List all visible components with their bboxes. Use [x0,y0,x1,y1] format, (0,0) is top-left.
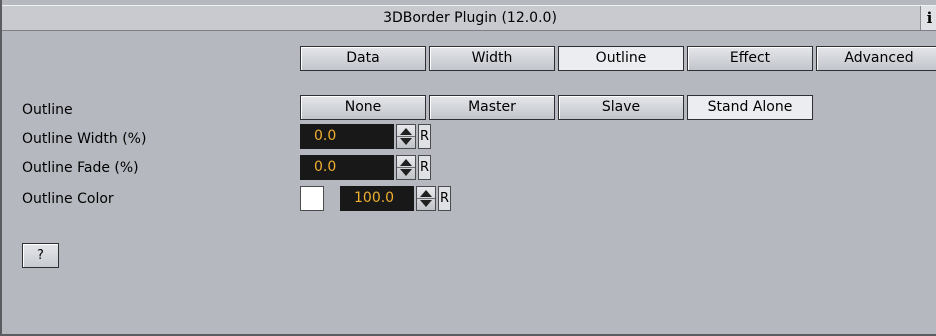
tab-width[interactable]: Width [429,46,555,71]
arrow-down-icon[interactable] [400,138,412,145]
outline-fade-field[interactable]: 0.0 [300,155,394,180]
outline-color-reset-button[interactable]: R [438,186,451,211]
help-button[interactable]: ? [22,243,59,268]
plugin-title-bar: 3DBorder Plugin (12.0.0) i [2,5,936,31]
arrow-up-icon[interactable] [400,159,412,166]
outline-mode-none-button[interactable]: None [300,95,426,120]
plugin-title: 3DBorder Plugin (12.0.0) [383,10,557,26]
info-icon[interactable]: i [920,6,936,30]
outline-color-alpha-field[interactable]: 100.0 [340,186,414,211]
arrow-up-icon[interactable] [400,128,412,135]
outline-width-field[interactable]: 0.0 [300,124,394,149]
spinner-divider [417,198,435,199]
arrow-down-icon[interactable] [420,200,432,207]
outline-mode-slave-button[interactable]: Slave [558,95,684,120]
tab-bar: Data Width Outline Effect Advanced [300,46,936,71]
outline-fade-label: Outline Fade (%) [22,160,139,176]
arrow-down-icon[interactable] [400,169,412,176]
outline-width-spinner[interactable] [396,124,416,149]
tab-outline[interactable]: Outline [558,46,684,71]
plugin-panel: 3DBorder Plugin (12.0.0) i Data Width Ou… [0,0,936,336]
outline-width-reset-button[interactable]: R [418,124,431,149]
spinner-divider [397,167,415,168]
tab-advanced[interactable]: Advanced [816,46,936,71]
tab-effect[interactable]: Effect [687,46,813,71]
outline-fade-reset-button[interactable]: R [418,155,431,180]
outline-width-label: Outline Width (%) [22,131,147,147]
tab-data[interactable]: Data [300,46,426,71]
outline-mode-stand-alone-button[interactable]: Stand Alone [687,95,813,120]
outline-fade-spinner[interactable] [396,155,416,180]
outline-color-label: Outline Color [22,191,114,207]
outline-color-swatch[interactable] [300,186,324,211]
outline-label: Outline [22,102,73,118]
outline-color-spinner[interactable] [416,186,436,211]
arrow-up-icon[interactable] [420,190,432,197]
outline-mode-selector: None Master Slave Stand Alone [300,95,813,120]
spinner-divider [397,136,415,137]
outline-mode-master-button[interactable]: Master [429,95,555,120]
